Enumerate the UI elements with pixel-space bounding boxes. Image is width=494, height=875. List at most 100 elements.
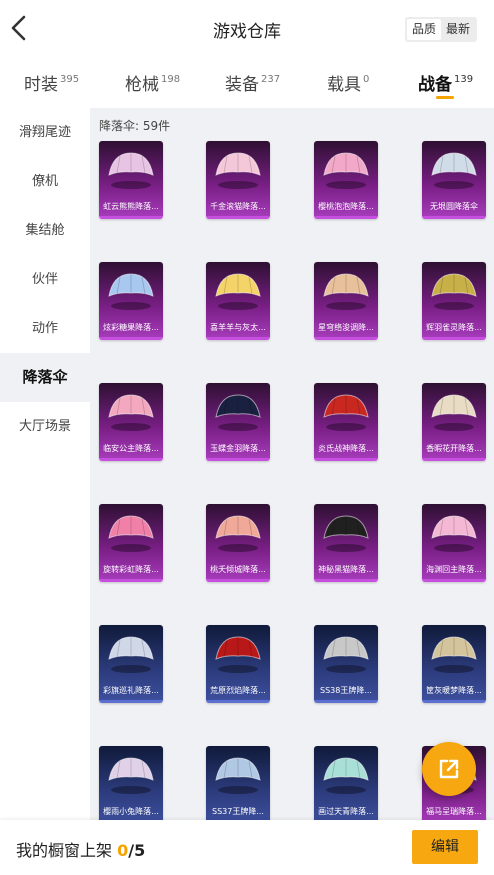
parachute-item-card[interactable]: 樱桃泡泡降落... — [314, 141, 378, 219]
showcase-current-count: 0 — [117, 841, 129, 860]
item-name: 虹云熊熊降落... — [103, 202, 159, 211]
parachute-item-card[interactable]: SS37王牌降... — [206, 746, 270, 820]
item-name: 福马呈瑞降落... — [426, 807, 482, 816]
parachute-item-card[interactable]: 喜羊羊与灰太... — [206, 262, 270, 340]
tab-vehicles[interactable]: 载具 0 — [327, 70, 369, 100]
item-content-area[interactable]: 降落伞: 59件 虹云熊熊降落... 千金滚猫降落... 樱桃泡泡降落... 无垠圆降… — [90, 108, 494, 820]
parachute-icon — [431, 152, 477, 189]
parachute-item-card[interactable]: 旋转彩虹降落... — [99, 504, 163, 582]
item-name: 喜羊羊与灰太... — [210, 323, 266, 332]
sort-newest-option[interactable]: 最新 — [441, 19, 475, 40]
item-name: SS37王牌降... — [212, 807, 264, 816]
parachute-icon — [323, 636, 369, 673]
parachute-icon — [323, 152, 369, 189]
parachute-icon — [108, 636, 154, 673]
item-name: 辉羽雀灵降落... — [426, 323, 482, 332]
parachute-item-card[interactable]: 虹云熊熊降落... — [99, 141, 163, 219]
item-name: SS38王牌降... — [320, 686, 372, 695]
parachute-icon — [431, 515, 477, 552]
item-name: 千金滚猫降落... — [210, 202, 266, 211]
parachute-icon — [215, 515, 261, 552]
parachute-icon — [323, 394, 369, 431]
sidebar-item-glide-trail[interactable]: 滑翔尾迹 — [0, 108, 90, 157]
parachute-icon — [108, 757, 154, 794]
parachute-item-card[interactable]: 桃夭倾城降落... — [206, 504, 270, 582]
tab-equipment[interactable]: 装备 237 — [225, 70, 280, 100]
sidebar-item-assembly-pod[interactable]: 集结舱 — [0, 206, 90, 255]
tab-label: 战备 — [418, 75, 452, 95]
tab-count: 395 — [60, 74, 80, 85]
top-header: 游戏仓库 品质 最新 — [0, 0, 494, 58]
parachute-icon — [431, 273, 477, 310]
tab-count: 237 — [261, 74, 281, 85]
share-button[interactable] — [422, 742, 476, 796]
parachute-item-card[interactable]: 香暇花开降落... — [422, 383, 486, 461]
parachute-item-card[interactable]: 千金滚猫降落... — [206, 141, 270, 219]
parachute-item-card[interactable]: 炎氏战神降落... — [314, 383, 378, 461]
item-name: 旋转彩虹降落... — [103, 565, 159, 574]
parachute-icon — [108, 515, 154, 552]
parachute-icon — [215, 757, 261, 794]
parachute-icon — [215, 394, 261, 431]
parachute-item-card[interactable]: 辉羽雀灵降落... — [422, 262, 486, 340]
subcategory-sidebar: 滑翔尾迹 僚机 集结舱 伙伴 动作 降落伞 大厅场景 — [0, 108, 90, 820]
item-name: 玉蝶金羽降落... — [210, 444, 266, 453]
showcase-max-count: 5 — [134, 841, 146, 860]
parachute-item-card[interactable]: 神秘黑猫降落... — [314, 504, 378, 582]
parachute-item-card[interactable]: 彩旗巡礼降落... — [99, 625, 163, 703]
parachute-item-card[interactable]: 海渊回主降落... — [422, 504, 486, 582]
parachute-item-card[interactable]: 无垠圆降落伞 — [422, 141, 486, 219]
parachute-item-card[interactable]: 临安公主降落... — [99, 383, 163, 461]
parachute-icon — [108, 273, 154, 310]
parachute-icon — [431, 636, 477, 673]
tab-label: 时装 — [24, 75, 58, 95]
parachute-icon — [323, 757, 369, 794]
parachute-icon — [215, 636, 261, 673]
parachute-icon — [431, 394, 477, 431]
parachute-item-card[interactable]: 画过天青降落... — [314, 746, 378, 820]
tab-combat-gear[interactable]: 战备 139 — [418, 70, 473, 100]
item-name: 海渊回主降落... — [426, 565, 482, 574]
sort-quality-option[interactable]: 品质 — [407, 19, 441, 40]
parachute-icon — [215, 152, 261, 189]
tab-label: 装备 — [225, 75, 259, 95]
parachute-icon — [215, 273, 261, 310]
showcase-label: 我的橱窗上架 0/5 — [16, 837, 145, 861]
tab-fashion[interactable]: 时装 395 — [24, 70, 79, 100]
item-name: 神秘黑猫降落... — [318, 565, 374, 574]
tab-count: 198 — [161, 74, 181, 85]
showcase-bar: 我的橱窗上架 0/5 编辑 — [0, 820, 494, 875]
item-name: 炫彩糖果降落... — [103, 323, 159, 332]
edit-button[interactable]: 编辑 — [412, 830, 478, 864]
sidebar-item-parachute[interactable]: 降落伞 — [0, 353, 90, 402]
item-name: 香暇花开降落... — [426, 444, 482, 453]
item-name: 星穹络浚调降... — [318, 323, 374, 332]
parachute-icon — [108, 152, 154, 189]
parachute-icon — [108, 394, 154, 431]
showcase-title: 我的橱窗上架 — [16, 841, 113, 860]
parachute-icon — [323, 515, 369, 552]
item-name: 荒原烈焰降落... — [210, 686, 266, 695]
item-count-label: 降落伞: 59件 — [99, 119, 171, 133]
parachute-item-card[interactable]: 樱雨小兔降落... — [99, 746, 163, 820]
tab-count: 0 — [363, 74, 370, 85]
parachute-item-card[interactable]: SS38王牌降... — [314, 625, 378, 703]
parachute-item-card[interactable]: 玉蝶金羽降落... — [206, 383, 270, 461]
parachute-item-card[interactable]: 筐灰暖梦降落... — [422, 625, 486, 703]
sidebar-item-lobby-scene[interactable]: 大厅场景 — [0, 402, 90, 451]
sort-toggle: 品质 最新 — [405, 17, 477, 42]
sidebar-item-companion[interactable]: 伙伴 — [0, 255, 90, 304]
sidebar-item-emote[interactable]: 动作 — [0, 304, 90, 353]
parachute-item-card[interactable]: 炫彩糖果降落... — [99, 262, 163, 340]
parachute-icon — [323, 273, 369, 310]
item-name: 画过天青降落... — [318, 807, 374, 816]
sidebar-item-wingman[interactable]: 僚机 — [0, 157, 90, 206]
tab-weapons[interactable]: 枪械 198 — [125, 70, 180, 100]
item-name: 桃夭倾城降落... — [210, 565, 266, 574]
tab-label: 载具 — [327, 75, 361, 95]
parachute-item-card[interactable]: 星穹络浚调降... — [314, 262, 378, 340]
tab-count: 139 — [454, 74, 474, 85]
active-tab-underline — [436, 96, 454, 99]
parachute-item-card[interactable]: 荒原烈焰降落... — [206, 625, 270, 703]
item-name: 樱雨小兔降落... — [103, 807, 159, 816]
